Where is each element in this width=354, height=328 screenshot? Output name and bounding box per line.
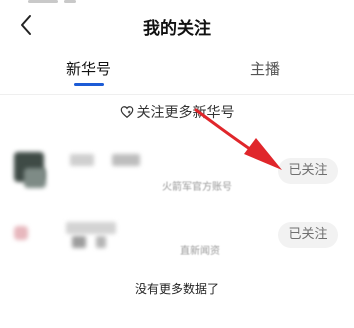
account-name xyxy=(112,154,140,166)
account-name xyxy=(66,222,116,234)
page-title: 我的关注 xyxy=(143,19,211,39)
account-name xyxy=(72,236,86,248)
follow-more-label: 关注更多新华号 xyxy=(136,105,235,121)
list-item[interactable]: 直新闻资 已关注 xyxy=(0,212,354,274)
status-blur xyxy=(64,0,76,3)
account-name xyxy=(96,236,106,248)
account-name xyxy=(70,154,94,166)
list-item[interactable]: 火箭军官方账号 已关注 xyxy=(0,142,354,204)
nav-bar: 我的关注 xyxy=(0,6,354,44)
active-tab-indicator xyxy=(74,83,104,86)
tab-bar: 新华号 主播 xyxy=(0,50,354,94)
divider xyxy=(0,94,354,95)
avatar xyxy=(14,226,28,240)
tab-anchor[interactable]: 主播 xyxy=(250,58,280,79)
avatar-shadow xyxy=(24,168,46,188)
follow-more-button[interactable]: 关注更多新华号 xyxy=(0,102,354,126)
status-blur xyxy=(28,0,58,3)
no-more-data-text: 没有更多数据了 xyxy=(134,282,219,296)
tab-xinhua[interactable]: 新华号 xyxy=(66,58,111,79)
followed-button[interactable]: 已关注 xyxy=(278,222,338,248)
account-desc: 火箭军官方账号 xyxy=(162,182,232,193)
followed-button[interactable]: 已关注 xyxy=(278,158,338,184)
heart-icon xyxy=(120,106,133,119)
account-desc: 直新闻资 xyxy=(180,246,220,257)
